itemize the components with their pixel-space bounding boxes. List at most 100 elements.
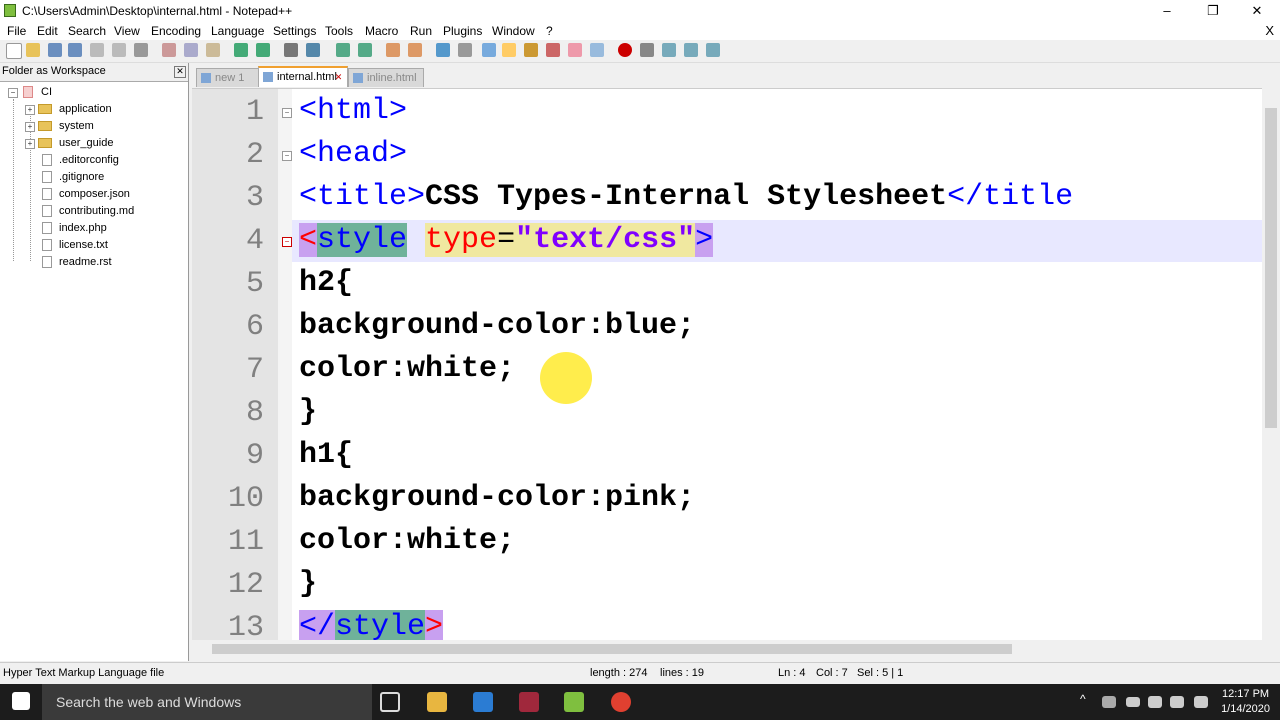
tree-folder-system[interactable]: + system <box>0 118 188 134</box>
paste-icon[interactable] <box>206 43 220 57</box>
fold-toggle-icon[interactable]: − <box>282 108 292 118</box>
file-label: readme.rst <box>59 256 112 268</box>
menu-help[interactable]: ? <box>546 24 553 38</box>
tree-root[interactable]: − CI <box>0 84 188 100</box>
close-button[interactable]: ✕ <box>1234 0 1280 22</box>
save-icon[interactable] <box>48 43 62 57</box>
zoom-in-icon[interactable] <box>336 43 350 57</box>
tree-file[interactable]: license.txt <box>0 237 188 253</box>
menu-tools[interactable]: Tools <box>325 24 353 38</box>
tree-file[interactable]: readme.rst <box>0 254 188 270</box>
file-label: contributing.md <box>59 205 135 217</box>
folder-workspace-icon[interactable] <box>568 43 582 57</box>
menu-encoding[interactable]: Encoding <box>151 24 201 38</box>
minimize-button[interactable]: – <box>1144 0 1190 22</box>
open-file-icon[interactable] <box>26 43 40 57</box>
taskbar-clock[interactable]: 12:17 PM 1/14/2020 <box>1221 687 1270 717</box>
volume-icon[interactable] <box>1170 696 1184 708</box>
close-file-icon[interactable] <box>90 43 104 57</box>
tree-folder-application[interactable]: + application <box>0 101 188 117</box>
udl-icon[interactable] <box>502 43 516 57</box>
menu-macro[interactable]: Macro <box>365 24 398 38</box>
vertical-scroll-thumb[interactable] <box>1265 108 1277 428</box>
save-all-icon[interactable] <box>68 43 82 57</box>
status-bar: Hyper Text Markup Language file length :… <box>0 662 1280 685</box>
doc-map-icon[interactable] <box>524 43 538 57</box>
indent-guide-icon[interactable] <box>482 43 496 57</box>
vertical-scrollbar[interactable] <box>1262 88 1280 640</box>
find-icon[interactable] <box>284 43 298 57</box>
status-length: length : 274 <box>590 667 648 679</box>
tree-folder-user-guide[interactable]: + user_guide <box>0 135 188 151</box>
menu-view[interactable]: View <box>114 24 140 38</box>
run-macro-multiple-icon[interactable] <box>684 43 698 57</box>
menu-search[interactable]: Search <box>68 24 106 38</box>
notepadpp-taskbar-icon[interactable] <box>564 692 584 712</box>
menu-language[interactable]: Language <box>211 24 264 38</box>
menu-run[interactable]: Run <box>410 24 432 38</box>
edge-icon[interactable] <box>473 692 493 712</box>
folder-icon <box>38 138 52 148</box>
replace-icon[interactable] <box>306 43 320 57</box>
undo-icon[interactable] <box>234 43 248 57</box>
horizontal-scroll-thumb[interactable] <box>212 644 1012 654</box>
code-editor[interactable]: 1 2 3 4 5 6 7 8 9 10 11 12 13 − − − <htm… <box>192 88 1262 641</box>
file-explorer-icon[interactable] <box>427 692 447 712</box>
menu-file[interactable]: File <box>7 24 26 38</box>
sync-vertical-icon[interactable] <box>386 43 400 57</box>
new-file-icon[interactable] <box>6 43 22 59</box>
title-bar: C:\Users\Admin\Desktop\internal.html - N… <box>0 0 1280 22</box>
tree-file[interactable]: .editorconfig <box>0 152 188 168</box>
menu-window[interactable]: Window <box>492 24 535 38</box>
horizontal-scrollbar[interactable] <box>192 640 1262 658</box>
stop-macro-icon[interactable] <box>640 43 654 57</box>
status-lines: lines : 19 <box>660 667 705 679</box>
play-macro-icon[interactable] <box>662 43 676 57</box>
battery-icon[interactable] <box>1126 697 1140 707</box>
menu-settings[interactable]: Settings <box>273 24 316 38</box>
zoom-out-icon[interactable] <box>358 43 372 57</box>
monitoring-icon[interactable] <box>590 43 604 57</box>
tab-inline-html[interactable]: inline.html <box>348 68 424 87</box>
tab-internal-html[interactable]: internal.html ✕ <box>258 66 348 87</box>
xampp-icon[interactable] <box>519 692 539 712</box>
fold-toggle-icon[interactable]: − <box>282 151 292 161</box>
windows-start-icon[interactable] <box>12 692 30 710</box>
tab-close-icon[interactable]: ✕ <box>334 73 343 82</box>
tree-file[interactable]: index.php <box>0 220 188 236</box>
notification-icon[interactable] <box>1194 696 1208 708</box>
save-macro-icon[interactable] <box>706 43 720 57</box>
tab-new-1[interactable]: new 1 <box>196 68 260 87</box>
chrome-icon[interactable] <box>611 692 631 712</box>
fold-toggle-icon[interactable]: − <box>282 237 292 247</box>
close-all-icon[interactable] <box>112 43 126 57</box>
redo-icon[interactable] <box>256 43 270 57</box>
expand-icon[interactable]: + <box>25 122 35 132</box>
tray-chevron-icon[interactable]: ^ <box>1080 692 1092 712</box>
close-document-icon[interactable]: X <box>1265 23 1274 38</box>
expand-icon[interactable]: + <box>25 139 35 149</box>
function-list-icon[interactable] <box>546 43 560 57</box>
record-macro-icon[interactable] <box>618 43 632 57</box>
expand-icon[interactable]: + <box>25 105 35 115</box>
menu-edit[interactable]: Edit <box>37 24 58 38</box>
tree-file[interactable]: contributing.md <box>0 203 188 219</box>
show-all-chars-icon[interactable] <box>458 43 472 57</box>
menu-plugins[interactable]: Plugins <box>443 24 482 38</box>
tree-file[interactable]: composer.json <box>0 186 188 202</box>
network-icon[interactable] <box>1148 696 1162 708</box>
taskbar-search-box[interactable]: Search the web and Windows <box>42 684 372 720</box>
line-number: 6 <box>245 310 264 344</box>
cut-icon[interactable] <box>162 43 176 57</box>
file-label: .editorconfig <box>59 154 119 166</box>
copy-icon[interactable] <box>184 43 198 57</box>
dropbox-icon[interactable] <box>1102 696 1116 708</box>
tree-file[interactable]: .gitignore <box>0 169 188 185</box>
maximize-button[interactable]: ❐ <box>1190 0 1236 22</box>
word-wrap-icon[interactable] <box>436 43 450 57</box>
sync-horizontal-icon[interactable] <box>408 43 422 57</box>
print-icon[interactable] <box>134 43 148 57</box>
task-view-icon[interactable] <box>380 692 400 712</box>
panel-close-icon[interactable]: ✕ <box>174 66 186 78</box>
collapse-icon[interactable]: − <box>8 88 18 98</box>
